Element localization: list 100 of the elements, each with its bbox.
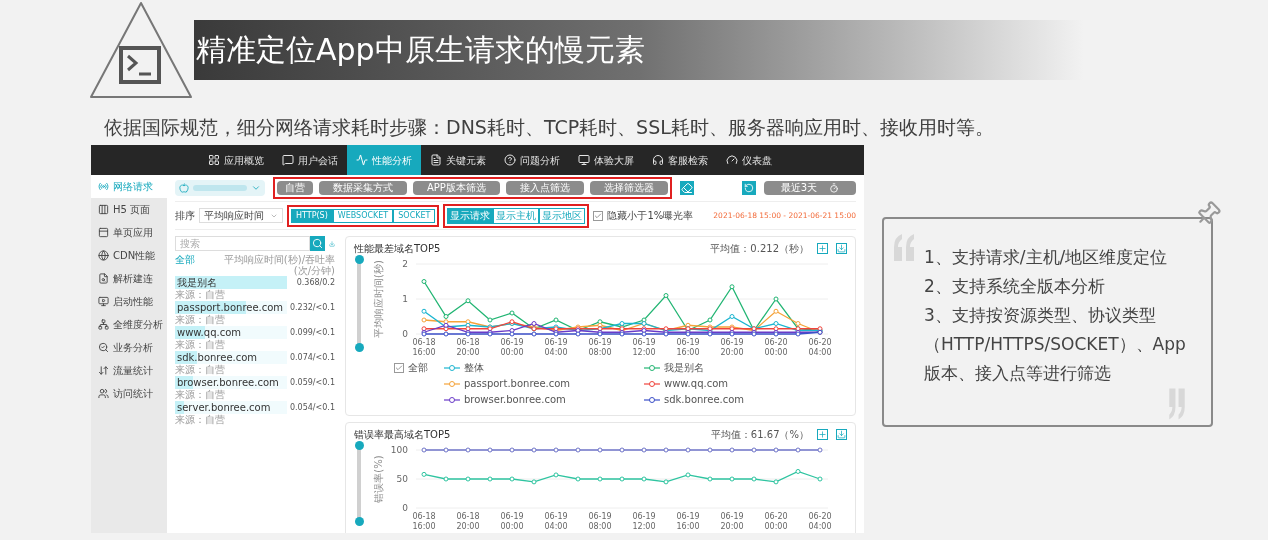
apple-icon <box>179 183 189 193</box>
slide-subtitle: 依据国际规范，细分网络请求耗时步骤：DNS耗时、TCP耗时、SSL耗时、服务器响应用时、接收用时等。 <box>103 115 995 140</box>
axis-tick-label: 06-19 16:00 <box>676 338 700 357</box>
legend-label[interactable]: sdk.bonree.com <box>664 392 745 407</box>
sidebar-item[interactable]: 访问统计 <box>91 382 167 405</box>
axis-title: 平均响应时间(秒) <box>373 260 384 338</box>
sidebar-item[interactable]: 解析建连 <box>91 267 167 290</box>
axis-tick-label: 50 <box>396 474 408 484</box>
file-search-icon <box>98 273 109 284</box>
axis-tick-label: 06-20 00:00 <box>764 338 788 357</box>
nav-tab[interactable]: 仪表盘 <box>717 145 781 175</box>
average-value: 平均值：0.212（秒） <box>710 242 809 256</box>
legend-label[interactable]: 全部 <box>408 360 428 375</box>
axis-tick-label: 1 <box>402 294 408 304</box>
legend-label[interactable]: 我是别名 <box>664 360 704 375</box>
axis-title: 错误率(%) <box>373 455 384 503</box>
legend-label[interactable]: 整体 <box>464 360 484 375</box>
sidebar-item[interactable]: 流量统计 <box>91 359 167 382</box>
headset-icon <box>652 154 664 166</box>
pulse-icon <box>356 154 368 166</box>
sidebar-item[interactable]: H5 页面 <box>91 198 167 221</box>
monitor-icon <box>98 296 109 307</box>
sidebar-item[interactable]: 全维度分析 <box>91 313 167 336</box>
source-label: 来源：自营 <box>175 339 225 351</box>
axis-tick-label: 0 <box>402 329 408 339</box>
domain-value: 0.368/0.2 <box>296 276 335 289</box>
chart-title: 性能最差域名TOP5 <box>354 242 441 256</box>
monitor-icon <box>578 154 590 166</box>
axis-tick-label: 06-18 20:00 <box>456 338 480 357</box>
sort-dropdown[interactable]: 平均响应时间 <box>199 208 283 223</box>
arrows-icon <box>98 365 109 376</box>
refresh-icon[interactable] <box>742 181 756 195</box>
legend-label[interactable]: passport.bonree.com <box>464 376 571 391</box>
source-label: 来源：自营 <box>175 364 225 376</box>
nav-tab[interactable]: 应用概览 <box>199 145 273 175</box>
eraser-icon[interactable] <box>679 181 694 195</box>
domain-value: 0.059/<0.1 <box>289 376 335 389</box>
feature-text: 1、支持请求/主机/地区维度定位 <box>924 246 1169 269</box>
help-icon <box>504 154 516 166</box>
domain-value: 0.054/<0.1 <box>289 401 335 414</box>
gauge-icon <box>726 154 738 166</box>
axis-tick-label: 06-19 00:00 <box>500 512 524 531</box>
expand-icon[interactable] <box>817 243 828 254</box>
nav-tab[interactable]: 关键元素 <box>421 145 495 175</box>
legend-label[interactable]: browser.bonree.com <box>464 392 566 407</box>
axis-tick-label: 06-19 12:00 <box>632 338 656 357</box>
document-icon <box>430 154 442 166</box>
nav-tab[interactable]: 客服检索 <box>643 145 717 175</box>
slide-title: 精准定位App中原生请求的慢元素 <box>196 35 645 65</box>
sidebar-item[interactable]: 启动性能 <box>91 290 167 313</box>
domain-value: 0.074/<0.1 <box>289 351 335 364</box>
source-label: 来源：自营 <box>175 314 225 326</box>
download-icon[interactable] <box>836 429 847 440</box>
axis-tick-label: 06-19 08:00 <box>588 338 612 357</box>
slider-handle[interactable] <box>354 255 364 264</box>
axis-tick-label: 06-18 16:00 <box>412 512 436 531</box>
average-value: 平均值：61.67（%） <box>710 428 809 442</box>
domain-value: 0.232/<0.1 <box>289 301 335 314</box>
axis-tick-label: 06-20 04:00 <box>808 512 832 531</box>
quote-mark-icon <box>1167 387 1187 421</box>
slider-handle[interactable] <box>354 517 364 526</box>
axis-tick-label: 06-18 20:00 <box>456 512 480 531</box>
expand-icon[interactable] <box>817 429 828 440</box>
axis-tick-label: 06-19 04:00 <box>544 512 568 531</box>
axis-tick-label: 2 <box>402 259 408 269</box>
sidebar-item[interactable]: 单页应用 <box>91 221 167 244</box>
panel-icon <box>98 227 109 238</box>
slider-handle[interactable] <box>354 343 364 352</box>
source-label: 来源：自营 <box>175 414 225 426</box>
axis-tick-label: 06-19 00:00 <box>500 338 524 357</box>
globe-icon <box>98 250 109 261</box>
nav-tab[interactable]: 问题分析 <box>495 145 569 175</box>
search-field[interactable]: 搜索 <box>175 236 310 251</box>
feature-text: 3、支持按资源类型、协议类型（HTTP/HTTPS/SOCKET）、App版本、接入点等进行筛选 <box>924 304 1187 385</box>
checkbox[interactable] <box>593 210 604 221</box>
app-selector[interactable] <box>175 180 265 196</box>
sort-label: 排序 <box>175 209 195 223</box>
axis-tick-label: 06-20 00:00 <box>764 512 788 531</box>
download-icon[interactable] <box>836 243 847 254</box>
axis-tick-label: 06-20 04:00 <box>808 338 832 357</box>
legend-label[interactable]: www.qq.com <box>664 376 729 391</box>
nav-tab[interactable]: 体验大屏 <box>569 145 643 175</box>
chart-title: 错误率最高域名TOP5 <box>354 428 451 442</box>
quote-mark-icon <box>892 233 916 263</box>
axis-tick-label: 0 <box>402 503 408 513</box>
axis-tick-label: 06-19 20:00 <box>720 338 744 357</box>
feature-text: 2、支持系统全版本分析 <box>924 275 1106 298</box>
checkbox[interactable] <box>394 362 404 373</box>
nav-tab[interactable]: 用户会话 <box>273 145 347 175</box>
sidebar-item[interactable]: 业务分析 <box>91 336 167 359</box>
search-icon[interactable] <box>310 236 325 251</box>
axis-tick-label: 100 <box>390 445 408 455</box>
timer-icon <box>829 183 840 193</box>
network-icon <box>98 319 109 330</box>
checkbox-label: 隐藏小于1%曝光率 <box>607 209 694 223</box>
slider-handle[interactable] <box>354 441 364 450</box>
column-header: 平均响应时间(秒)/吞吐率(次/分钟) <box>222 254 335 276</box>
axis-tick-label: 06-19 16:00 <box>676 512 700 531</box>
signal-icon <box>98 181 109 192</box>
sidebar-item[interactable]: CDN性能 <box>91 244 167 267</box>
